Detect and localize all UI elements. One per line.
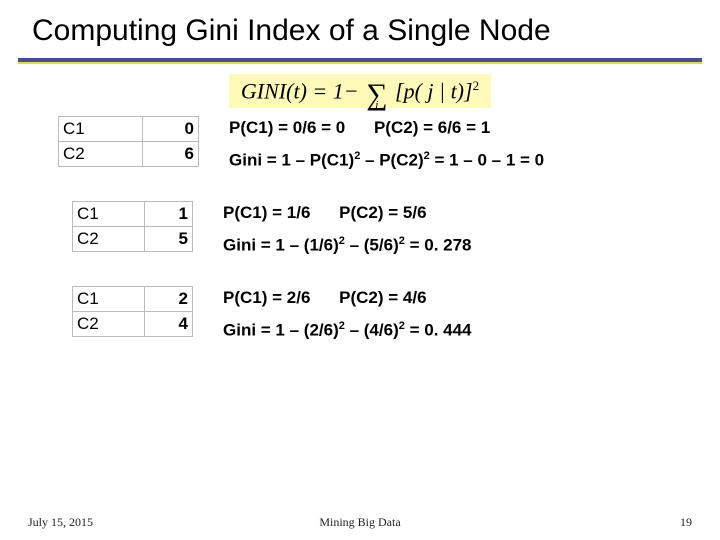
prob-line: P(C1) = 2/6 P(C2) = 4/6 xyxy=(223,288,472,308)
example-3: C1 2 C2 4 P(C1) = 2/6 P(C2) = 4/6 Gini =… xyxy=(72,286,720,353)
sigma-sub: j xyxy=(375,94,378,116)
cell-label: C2 xyxy=(73,226,145,251)
footer-center: Mining Big Data xyxy=(319,515,400,530)
cell-value: 5 xyxy=(145,226,193,251)
prob-line: P(C1) = 1/6 P(C2) = 5/6 xyxy=(223,203,472,223)
cell-label: C2 xyxy=(59,142,143,167)
formula-exp: 2 xyxy=(473,78,480,93)
gini-pre: Gini = 1 – (2/6) xyxy=(223,320,339,339)
pc2: P(C2) = 6/6 = 1 xyxy=(374,118,490,137)
formula-open: [ xyxy=(395,78,404,103)
table-row: C1 0 xyxy=(59,117,199,142)
gini-post: = 0. 278 xyxy=(405,236,472,255)
formula-close: ] xyxy=(464,78,473,103)
formula-one-minus: 1− xyxy=(333,78,359,103)
cell-value: 0 xyxy=(143,117,199,142)
table-2: C1 1 C2 5 xyxy=(72,201,193,252)
formula-lhs: GINI(t) xyxy=(241,78,307,103)
formula-eq: = xyxy=(312,78,327,103)
table-1: C1 0 C2 6 xyxy=(58,116,199,167)
pc1: P(C1) = 1/6 xyxy=(223,203,310,222)
gini-post: = 1 – 0 – 1 = 0 xyxy=(430,151,544,170)
pc1: P(C1) = 2/6 xyxy=(223,288,310,307)
pc2: P(C2) = 4/6 xyxy=(339,288,426,307)
gini-mid: – P(C2) xyxy=(360,151,423,170)
gini-mid: – (4/6) xyxy=(345,320,399,339)
cell-label: C2 xyxy=(73,311,145,336)
gini-line: Gini = 1 – (1/6)2 – (5/6)2 = 0. 278 xyxy=(223,235,472,256)
pc1: P(C1) = 0/6 = 0 xyxy=(229,118,345,137)
cell-label: C1 xyxy=(59,117,143,142)
table-row: C2 4 xyxy=(73,311,193,336)
footer-date: July 15, 2015 xyxy=(28,515,93,530)
gini-line: Gini = 1 – P(C1)2 – P(C2)2 = 1 – 0 – 1 =… xyxy=(229,150,544,171)
title-underline xyxy=(18,58,702,64)
gini-pre: Gini = 1 – (1/6) xyxy=(223,236,339,255)
example-2: C1 1 C2 5 P(C1) = 1/6 P(C2) = 5/6 Gini =… xyxy=(72,201,720,268)
gini-line: Gini = 1 – (2/6)2 – (4/6)2 = 0. 444 xyxy=(223,320,472,341)
cell-value: 1 xyxy=(145,201,193,226)
table-row: C1 1 xyxy=(73,201,193,226)
table-row: C2 6 xyxy=(59,142,199,167)
footer-page: 19 xyxy=(680,515,692,530)
slide-title: Computing Gini Index of a Single Node xyxy=(0,0,720,48)
formula-body: p( j | t) xyxy=(404,78,464,103)
sigma-icon: ∑j xyxy=(366,84,387,106)
table-3: C1 2 C2 4 xyxy=(72,286,193,337)
gini-pre: Gini = 1 – P(C1) xyxy=(229,151,354,170)
gini-mid: – (5/6) xyxy=(345,236,399,255)
slide-footer: July 15, 2015 Mining Big Data 19 xyxy=(0,515,720,530)
pc2: P(C2) = 5/6 xyxy=(339,203,426,222)
gini-formula: GINI(t) = 1− ∑j [p( j | t)]2 xyxy=(0,74,720,108)
gini-post: = 0. 444 xyxy=(405,320,472,339)
table-row: C1 2 xyxy=(73,286,193,311)
cell-value: 2 xyxy=(145,286,193,311)
cell-label: C1 xyxy=(73,201,145,226)
cell-label: C1 xyxy=(73,286,145,311)
prob-line: P(C1) = 0/6 = 0 P(C2) = 6/6 = 1 xyxy=(229,118,544,138)
cell-value: 4 xyxy=(145,311,193,336)
example-1: C1 0 C2 6 P(C1) = 0/6 = 0 P(C2) = 6/6 = … xyxy=(58,116,720,183)
table-row: C2 5 xyxy=(73,226,193,251)
cell-value: 6 xyxy=(143,142,199,167)
